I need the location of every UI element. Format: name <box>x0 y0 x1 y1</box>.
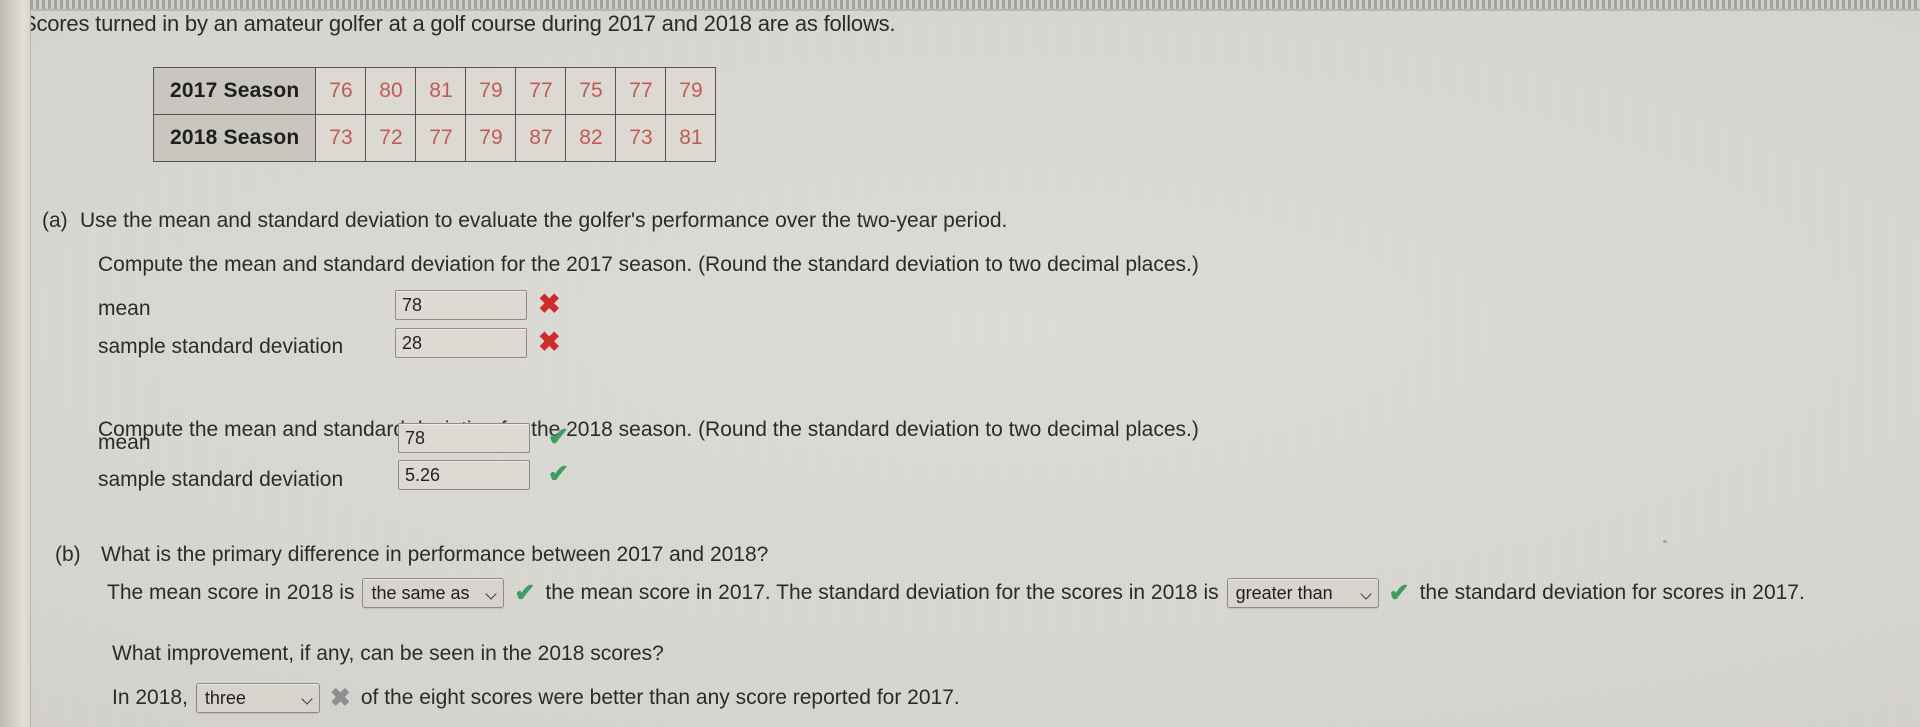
input-sd-2017[interactable] <box>395 328 527 358</box>
sentence1-part1: The mean score in 2018 is <box>107 581 355 604</box>
score-cell: 79 <box>465 114 517 162</box>
score-cell: 82 <box>565 114 617 162</box>
top-edge-line <box>30 9 1920 11</box>
page-content: Scores turned in by an amateur golfer at… <box>0 0 1920 727</box>
dropdown-mean-comparison-value: the same as <box>371 582 470 603</box>
sentence1-part2: the mean score in 2017. The standard dev… <box>545 581 1219 604</box>
label-mean-2018: mean <box>98 431 151 454</box>
instruction-2018: Compute the mean and standard deviation … <box>98 418 1199 441</box>
score-cell: 87 <box>515 114 567 162</box>
check-icon: ✔ <box>548 460 569 488</box>
chevron-down-icon <box>487 588 497 598</box>
score-cell: 73 <box>615 114 667 162</box>
dropdown-mean-comparison[interactable]: the same as <box>362 578 505 608</box>
score-cell: 79 <box>665 67 717 115</box>
sentence1-part3: the standard deviation for scores in 201… <box>1419 581 1805 604</box>
score-cell: 79 <box>465 67 517 115</box>
cross-icon: ✖ <box>538 289 561 319</box>
score-cell: 80 <box>365 67 417 115</box>
sentence2-part1: In 2018, <box>112 686 188 709</box>
top-edge-texture <box>30 0 1920 9</box>
cross-icon: ✖ <box>538 327 561 357</box>
cross-icon: ✖ <box>329 683 351 712</box>
score-cell: 75 <box>565 67 617 115</box>
part-b-sentence-1: The mean score in 2018 is the same as ✔ … <box>107 576 1805 610</box>
screen-speck <box>1663 540 1667 543</box>
score-cell: 77 <box>615 67 667 115</box>
left-gutter <box>0 0 31 727</box>
check-icon: ✔ <box>1388 578 1410 607</box>
input-mean-2017[interactable] <box>395 290 527 320</box>
score-cell: 72 <box>365 114 417 162</box>
score-cell: 76 <box>315 67 367 115</box>
part-b-prompt: What is the primary difference in perfor… <box>101 543 769 566</box>
instruction-2017: Compute the mean and standard deviation … <box>98 253 1199 276</box>
dropdown-improvement-count[interactable]: three <box>195 683 320 713</box>
input-mean-2018[interactable] <box>398 423 530 453</box>
intro-text: Scores turned in by an amateur golfer at… <box>22 11 896 36</box>
score-cell: 81 <box>665 114 717 162</box>
score-cell: 73 <box>315 114 367 162</box>
score-cell: 77 <box>415 114 467 162</box>
score-cell: 81 <box>415 67 467 115</box>
dropdown-improvement-count-value: three <box>204 687 246 708</box>
table-row: 2017 Season 76 80 81 79 77 75 77 79 <box>152 67 717 115</box>
label-sd-2017: sample standard deviation <box>98 335 344 358</box>
dropdown-sd-comparison[interactable]: greater than <box>1226 578 1379 608</box>
sentence2-part2: of the eight scores were better than any… <box>360 686 960 709</box>
score-cell: 77 <box>515 67 567 115</box>
check-icon: ✔ <box>514 578 536 607</box>
part-b-sentence-2: In 2018, three ✖ of the eight scores wer… <box>112 681 960 715</box>
chevron-down-icon <box>1362 588 1372 598</box>
table-row: 2018 Season 73 72 77 79 87 82 73 81 <box>152 114 717 162</box>
scores-table: 2017 Season 76 80 81 79 77 75 77 79 2018… <box>152 67 717 162</box>
part-b-question-2: What improvement, if any, can be seen in… <box>112 642 664 665</box>
dropdown-sd-comparison-value: greater than <box>1235 582 1333 603</box>
row-header-2018: 2018 Season <box>152 114 317 162</box>
chevron-down-icon <box>303 693 313 703</box>
label-mean-2017: mean <box>98 297 151 320</box>
label-sd-2018: sample standard deviation <box>98 468 344 491</box>
part-a-prompt: Use the mean and standard deviation to e… <box>80 209 1008 232</box>
check-icon: ✔ <box>548 423 569 451</box>
input-sd-2018[interactable] <box>398 460 530 490</box>
part-a-marker: (a) <box>42 209 68 232</box>
part-b-marker: (b) <box>55 543 81 566</box>
row-header-2017: 2017 Season <box>152 67 317 115</box>
